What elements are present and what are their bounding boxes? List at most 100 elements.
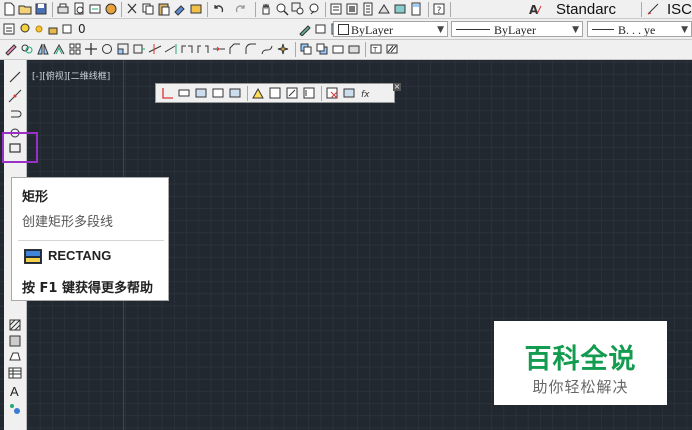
dim-arc-icon[interactable] — [211, 86, 225, 100]
fillet-icon[interactable] — [244, 42, 258, 56]
dimension-style-combo[interactable]: ISC — [667, 1, 692, 18]
array-icon[interactable] — [68, 42, 82, 56]
undo-icon[interactable] — [211, 2, 225, 16]
dim-aligned-icon[interactable] — [194, 86, 208, 100]
table-icon[interactable] — [8, 366, 22, 380]
break-at-point-icon[interactable] — [180, 42, 194, 56]
break-icon[interactable] — [196, 42, 210, 56]
new-file-icon[interactable] — [2, 2, 16, 16]
save-icon[interactable] — [34, 2, 48, 16]
blend-curves-icon[interactable] — [260, 42, 274, 56]
close-icon[interactable]: × — [393, 83, 401, 91]
add-selected-icon[interactable] — [8, 402, 22, 416]
dim-diameter-icon[interactable] — [285, 86, 299, 100]
floating-toolbar: fx — [155, 83, 395, 103]
tooltip-help: 按 F1 键获得更多帮助 — [22, 281, 153, 296]
lock-icon — [46, 22, 60, 36]
send-under-icon[interactable] — [347, 42, 361, 56]
zoom-previous-icon[interactable] — [307, 2, 321, 16]
open-file-icon[interactable] — [18, 2, 32, 16]
dim-radius-icon[interactable] — [268, 86, 282, 100]
draw-order-front-icon[interactable] — [299, 42, 313, 56]
draw-order-back-icon[interactable] — [315, 42, 329, 56]
dim-baseline-icon[interactable] — [302, 86, 316, 100]
zoom-realtime-icon[interactable] — [275, 2, 289, 16]
help-icon[interactable]: ? — [432, 2, 446, 16]
color-combo[interactable]: ByLayer ▼ — [333, 21, 448, 37]
dim-edit-icon[interactable] — [342, 86, 356, 100]
extend-icon[interactable] — [164, 42, 178, 56]
redo-icon[interactable] — [234, 2, 248, 16]
rectangle-tooltip: 矩形 创建矩形多段线 RECTANG 按 F1 键获得更多帮助 — [11, 177, 169, 301]
zoom-window-icon[interactable] — [291, 2, 305, 16]
cut-icon[interactable] — [125, 2, 139, 16]
linetype-combo[interactable]: ByLayer ▼ — [451, 21, 583, 37]
dim-linear-icon[interactable] — [177, 86, 191, 100]
make-current-layer-icon[interactable] — [298, 22, 312, 36]
copy-icon[interactable] — [141, 2, 155, 16]
gradient-icon[interactable] — [8, 334, 22, 348]
layer-combo[interactable]: 0 — [74, 21, 284, 37]
tooltip-title: 矩形 — [22, 190, 49, 205]
hatch-back-icon[interactable] — [385, 42, 399, 56]
watermark: 百科全说 助你轻松解决 — [494, 321, 667, 405]
tooltip-command: RECTANG — [48, 248, 112, 263]
design-center-icon[interactable] — [345, 2, 359, 16]
stretch-icon[interactable] — [132, 42, 146, 56]
block-editor-icon[interactable] — [189, 2, 203, 16]
lineweight-combo[interactable]: B. . . ye ▼ — [587, 21, 692, 37]
tooltip-divider — [18, 240, 164, 241]
copy-object-icon[interactable] — [20, 42, 34, 56]
join-icon[interactable] — [212, 42, 226, 56]
line-icon[interactable] — [8, 70, 22, 84]
polyline-icon[interactable] — [8, 108, 22, 122]
trim-icon[interactable] — [148, 42, 162, 56]
layer-properties-icon[interactable] — [2, 22, 16, 36]
svg-text:fx: fx — [361, 90, 370, 100]
3d-publish-icon[interactable] — [104, 2, 118, 16]
dim-angular-icon[interactable] — [251, 86, 265, 100]
dim-ordinate-icon[interactable] — [228, 86, 242, 100]
print-preview-icon[interactable] — [72, 2, 86, 16]
viewport-controls[interactable]: [-][俯视][二维线框] — [32, 69, 110, 82]
tooltip-description: 创建矩形多段线 — [22, 215, 114, 230]
rectangle-tool-highlight — [2, 132, 38, 163]
publish-icon[interactable] — [88, 2, 102, 16]
dimension-style-icon[interactable] — [646, 2, 660, 16]
chamfer-icon[interactable] — [228, 42, 242, 56]
multiline-text-icon[interactable]: A — [8, 384, 22, 398]
quick-calc-icon[interactable] — [409, 2, 423, 16]
field-fx-icon[interactable]: fx — [359, 86, 373, 100]
tool-palettes-icon[interactable] — [361, 2, 375, 16]
standard-toolbar: ? A Standarc ISC — [0, 0, 692, 19]
command-line-icon — [24, 249, 42, 264]
rotate-icon[interactable] — [100, 42, 114, 56]
bring-above-icon[interactable] — [331, 42, 345, 56]
modify-toolbar: T — [0, 40, 692, 60]
markup-set-icon[interactable] — [393, 2, 407, 16]
scale-icon[interactable] — [116, 42, 130, 56]
mirror-icon[interactable] — [36, 42, 50, 56]
print-icon[interactable] — [56, 2, 70, 16]
match-properties-icon[interactable] — [173, 2, 187, 16]
layer-previous-icon[interactable] — [314, 22, 328, 36]
layer-color-icon — [60, 22, 74, 36]
move-icon[interactable] — [84, 42, 98, 56]
sheet-set-icon[interactable] — [377, 2, 391, 16]
text-style-icon[interactable]: A — [528, 2, 542, 16]
dim-break-icon[interactable] — [325, 86, 339, 100]
properties-icon[interactable] — [329, 2, 343, 16]
lightbulb-icon — [18, 22, 32, 36]
paste-icon[interactable] — [157, 2, 171, 16]
region-icon[interactable] — [8, 350, 22, 364]
text-front-icon[interactable]: T — [369, 42, 383, 56]
erase-icon[interactable] — [4, 42, 18, 56]
explode-icon[interactable] — [276, 42, 290, 56]
construction-line-icon[interactable] — [8, 89, 22, 103]
ucs-icon[interactable] — [160, 86, 174, 100]
watermark-title: 百科全说 — [524, 344, 637, 375]
svg-text:T: T — [372, 46, 378, 54]
pan-icon[interactable] — [259, 2, 273, 16]
hatch-icon[interactable] — [8, 318, 22, 332]
offset-icon[interactable] — [52, 42, 66, 56]
